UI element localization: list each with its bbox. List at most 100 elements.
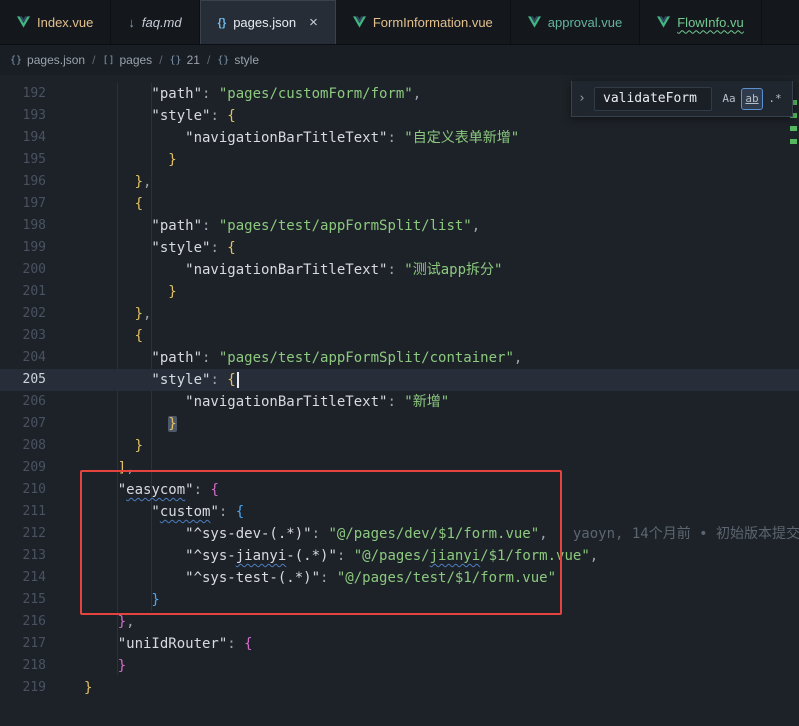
breadcrumb-label: style (234, 53, 259, 67)
code-text: { (84, 193, 143, 215)
tab-approval.vue[interactable]: approval.vue (511, 0, 640, 44)
line-number: 218 (0, 655, 46, 677)
breadcrumb-separator: / (159, 53, 162, 67)
code-line-217[interactable]: 217 "uniIdRouter": { (0, 633, 799, 655)
code-line-203[interactable]: 203 { (0, 325, 799, 347)
regex-button[interactable]: .* (764, 88, 786, 110)
object-icon: {} (10, 55, 22, 66)
vue-icon (353, 16, 366, 28)
tab-label: approval.vue (548, 15, 622, 30)
code-text: } (84, 281, 177, 303)
code-line-200[interactable]: 200 "navigationBarTitleText": "测试app拆分" (0, 259, 799, 281)
line-number: 193 (0, 105, 46, 127)
match-case-button[interactable]: Aa (718, 88, 740, 110)
line-number: 213 (0, 545, 46, 567)
code-text: "^sys-dev-(.*)": "@/pages/dev/$1/form.vu… (84, 523, 799, 545)
breadcrumb-item-21[interactable]: {}21 (170, 53, 200, 67)
breadcrumb-item-pages.json[interactable]: {}pages.json (10, 53, 85, 67)
chevron-right-icon[interactable]: › (578, 91, 590, 106)
code-line-211[interactable]: 211 "custom": { (0, 501, 799, 523)
tab-label: FormInformation.vue (373, 15, 493, 30)
tab-Index.vue[interactable]: Index.vue (0, 0, 111, 44)
line-number: 205 (0, 369, 46, 391)
code-line-205[interactable]: 205 "style": { (0, 369, 799, 391)
line-number: 203 (0, 325, 46, 347)
code-editor[interactable]: 192 "path": "pages/customForm/form",193 … (0, 75, 799, 726)
whole-word-button[interactable]: ab (741, 88, 763, 110)
code-text: "navigationBarTitleText": "新增" (84, 391, 449, 413)
code-text: "custom": { (84, 501, 244, 523)
code-text: "uniIdRouter": { (84, 633, 253, 655)
code-line-207[interactable]: 207 } (0, 413, 799, 435)
code-text: } (84, 677, 92, 699)
tab-label: FlowInfo.vu (677, 15, 743, 30)
code-line-219[interactable]: 219} (0, 677, 799, 699)
line-number: 196 (0, 171, 46, 193)
line-number: 209 (0, 457, 46, 479)
code-line-195[interactable]: 195 } (0, 149, 799, 171)
code-line-199[interactable]: 199 "style": { (0, 237, 799, 259)
code-line-213[interactable]: 213 "^sys-jianyi-(.*)": "@/pages/jianyi/… (0, 545, 799, 567)
code-text: }, (84, 611, 135, 633)
code-line-204[interactable]: 204 "path": "pages/test/appFormSplit/con… (0, 347, 799, 369)
line-number: 216 (0, 611, 46, 633)
overview-ruler-mark (790, 126, 797, 131)
line-number: 207 (0, 413, 46, 435)
tab-FormInformation.vue[interactable]: FormInformation.vue (336, 0, 511, 44)
text-cursor (237, 372, 239, 388)
vue-icon (17, 16, 30, 28)
code-text: ], (84, 457, 135, 479)
tab-faq.md[interactable]: ↓faq.md (111, 0, 199, 44)
code-text: "easycom": { (84, 479, 219, 501)
line-number: 204 (0, 347, 46, 369)
code-line-214[interactable]: 214 "^sys-test-(.*)": "@/pages/test/$1/f… (0, 567, 799, 589)
json-icon: {} (218, 17, 227, 29)
code-text: } (84, 435, 143, 457)
code-line-212[interactable]: 212 "^sys-dev-(.*)": "@/pages/dev/$1/for… (0, 523, 799, 545)
code-text: } (84, 655, 126, 677)
code-text: "path": "pages/customForm/form", (84, 83, 421, 105)
line-number: 197 (0, 193, 46, 215)
code-area[interactable]: 192 "path": "pages/customForm/form",193 … (0, 75, 799, 699)
code-text: } (84, 413, 177, 435)
close-icon[interactable]: × (309, 15, 318, 30)
code-line-198[interactable]: 198 "path": "pages/test/appFormSplit/lis… (0, 215, 799, 237)
code-text: "style": { (84, 369, 239, 391)
code-line-216[interactable]: 216 }, (0, 611, 799, 633)
breadcrumb-item-style[interactable]: {}style (217, 53, 259, 67)
line-number: 211 (0, 501, 46, 523)
breadcrumb-separator: / (207, 53, 210, 67)
code-text: }, (84, 171, 151, 193)
vue-icon (528, 16, 541, 28)
code-line-196[interactable]: 196 }, (0, 171, 799, 193)
line-number: 195 (0, 149, 46, 171)
code-line-197[interactable]: 197 { (0, 193, 799, 215)
tab-FlowInfo.vu[interactable]: FlowInfo.vu (640, 0, 761, 44)
line-number: 217 (0, 633, 46, 655)
array-icon: [] (102, 55, 114, 66)
code-line-201[interactable]: 201 } (0, 281, 799, 303)
code-line-209[interactable]: 209 ], (0, 457, 799, 479)
code-text: } (84, 149, 177, 171)
code-line-218[interactable]: 218 } (0, 655, 799, 677)
tab-label: faq.md (142, 15, 182, 30)
code-line-206[interactable]: 206 "navigationBarTitleText": "新增" (0, 391, 799, 413)
code-line-210[interactable]: 210 "easycom": { (0, 479, 799, 501)
code-line-202[interactable]: 202 }, (0, 303, 799, 325)
line-number: 202 (0, 303, 46, 325)
tab-label: Index.vue (37, 15, 93, 30)
line-number: 206 (0, 391, 46, 413)
tab-pages.json[interactable]: {}pages.json× (200, 0, 336, 44)
line-number: 198 (0, 215, 46, 237)
object-icon: {} (170, 55, 182, 66)
code-line-215[interactable]: 215 } (0, 589, 799, 611)
line-number: 199 (0, 237, 46, 259)
line-number: 210 (0, 479, 46, 501)
breadcrumb-separator: / (92, 53, 95, 67)
line-number: 214 (0, 567, 46, 589)
code-line-208[interactable]: 208 } (0, 435, 799, 457)
code-text: "navigationBarTitleText": "自定义表单新增" (84, 127, 519, 149)
find-input[interactable]: validateForm (594, 87, 712, 111)
code-line-194[interactable]: 194 "navigationBarTitleText": "自定义表单新增" (0, 127, 799, 149)
breadcrumb-item-pages[interactable]: []pages (102, 53, 152, 67)
